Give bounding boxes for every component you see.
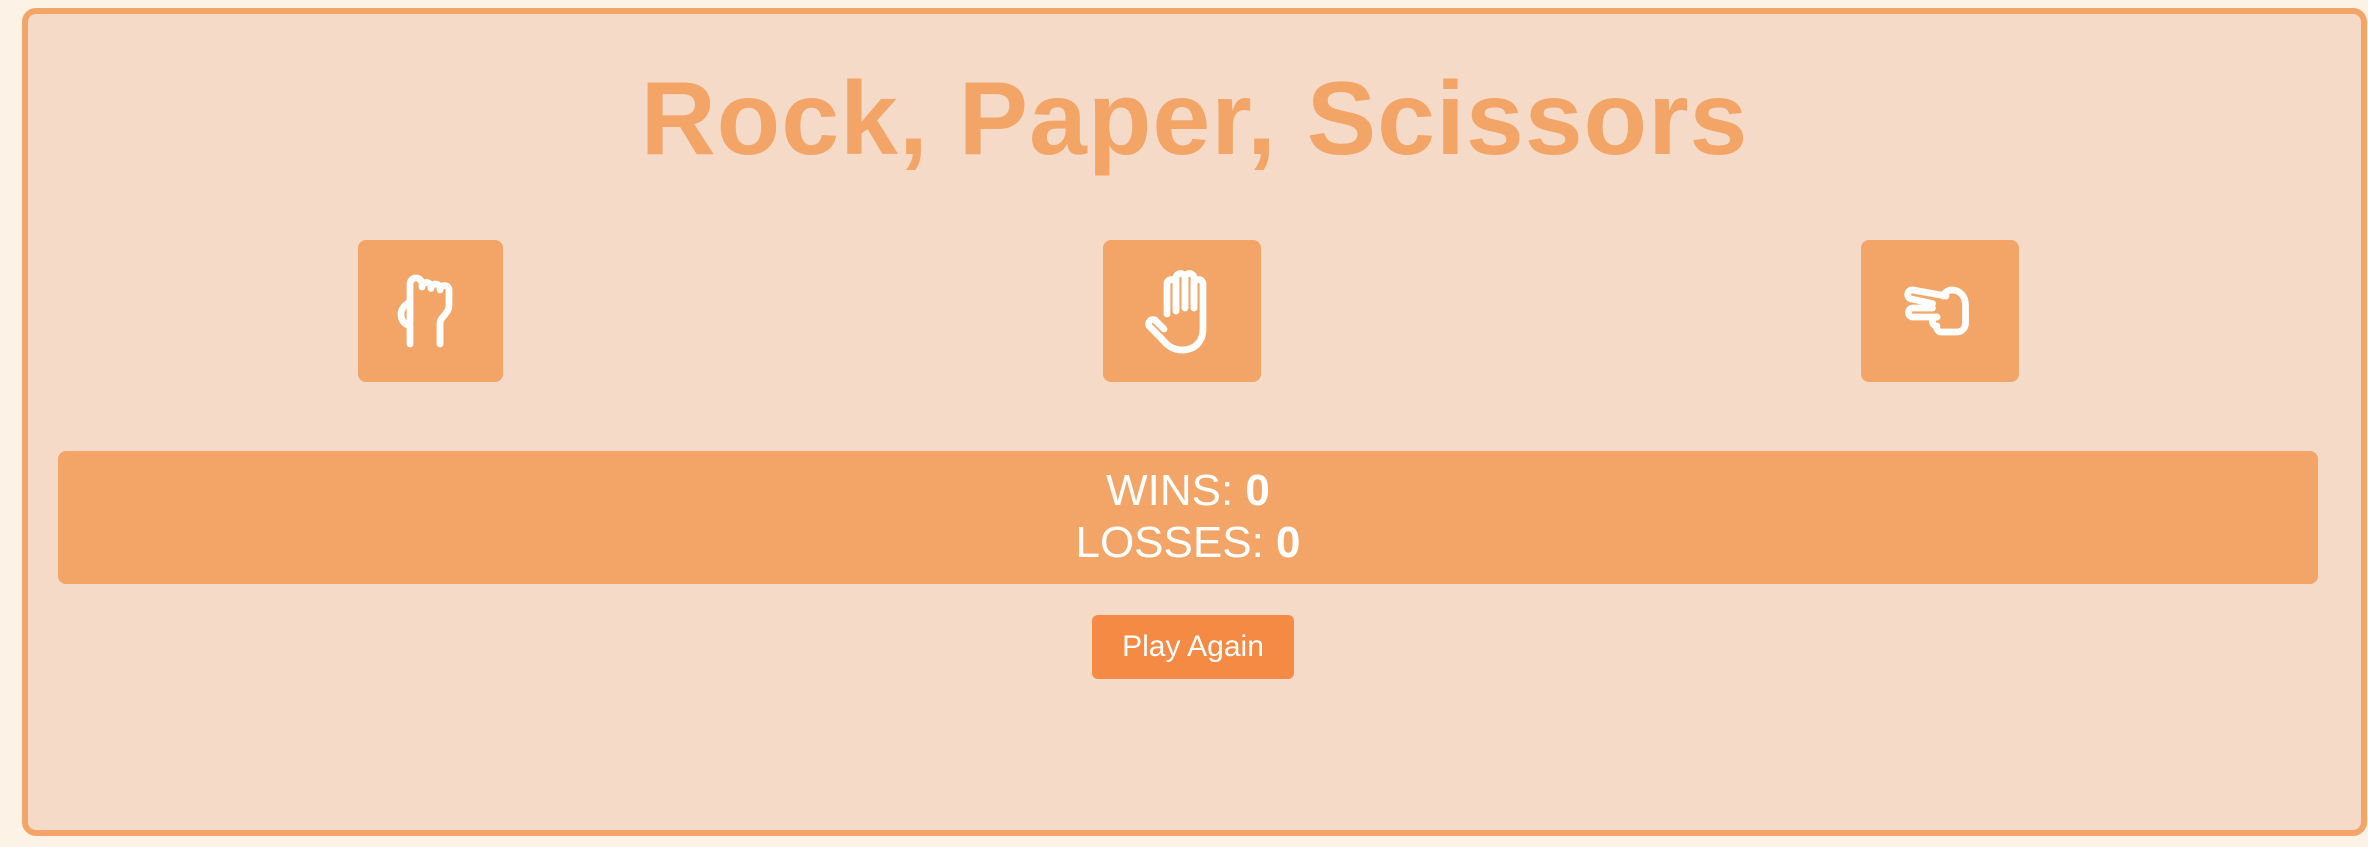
losses-line: LOSSES: 0 xyxy=(58,517,2318,569)
scissors-button[interactable] xyxy=(1861,240,2019,382)
rock-button[interactable] xyxy=(358,240,503,382)
wins-label: WINS: xyxy=(1106,466,1234,515)
wins-line: WINS: 0 xyxy=(58,465,2318,517)
paper-button[interactable] xyxy=(1103,240,1261,382)
losses-label: LOSSES: xyxy=(1075,518,1264,567)
losses-count: 0 xyxy=(1276,518,1301,567)
page-title: Rock, Paper, Scissors xyxy=(640,61,1749,177)
play-again-button[interactable]: Play Again xyxy=(1092,615,1294,679)
hand-paper-icon xyxy=(1145,270,1207,354)
game-container: Rock, Paper, Scissors WINS: 0 LOSSES: 0 xyxy=(22,8,2367,836)
wins-count: 0 xyxy=(1245,466,1270,515)
score-panel: WINS: 0 LOSSES: 0 xyxy=(58,451,2318,584)
hand-rock-icon xyxy=(397,274,452,348)
hand-scissors-icon xyxy=(1904,286,1969,336)
